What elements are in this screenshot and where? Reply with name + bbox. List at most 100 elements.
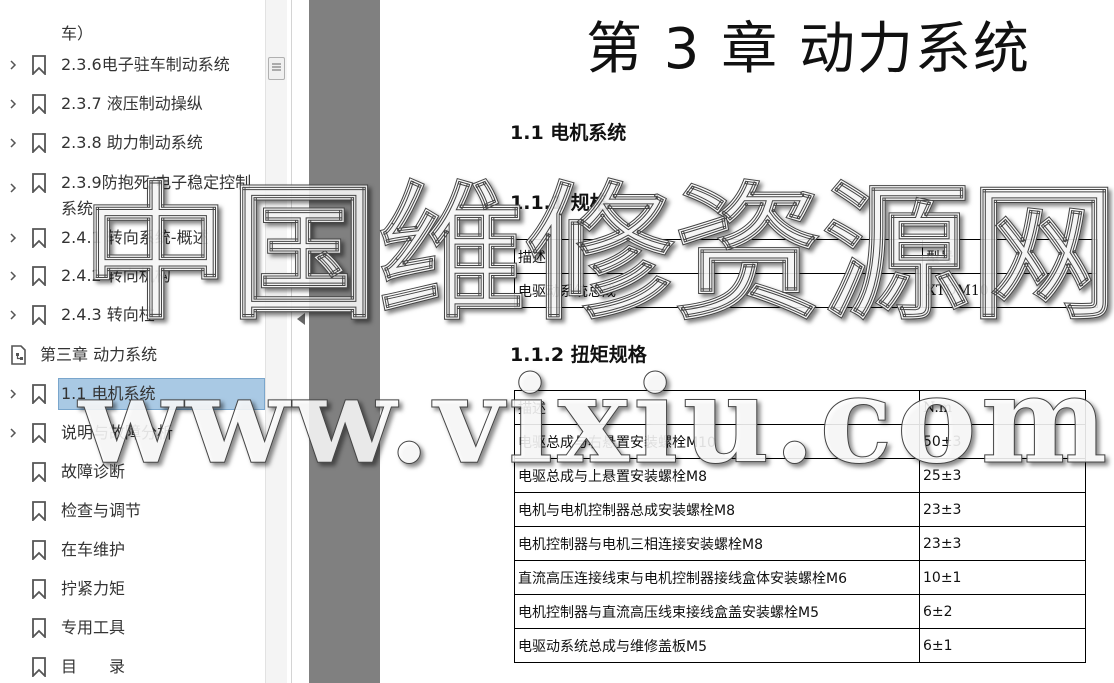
table-cell: 电驱总成与右悬置安装螺栓M10 [514, 424, 920, 459]
table-row: 电驱总成与上悬置安装螺栓M8 25±3 [514, 458, 1086, 493]
table-row: 电驱动系统总成 XTDM10 [514, 273, 1098, 308]
bookmark-label: 2.3.8 助力制动系统 [61, 133, 203, 152]
table-cell: 电驱总成与上悬置安装螺栓M8 [514, 458, 920, 493]
bookmark-item-contents[interactable]: 目 录 [0, 650, 270, 683]
table-header-cell: 描述 [514, 239, 923, 274]
section-heading-1-1-1: 1.1.1 规格 [510, 192, 609, 214]
torque-table: 描述 N.m 电驱总成与右悬置安装螺栓M10 50±3 电驱总成与上悬置安装螺栓… [514, 390, 1086, 663]
table-cell: 6±1 [919, 628, 1086, 663]
bookmark-item-inspection[interactable]: 检查与调节 [0, 494, 270, 528]
chevron-right-icon[interactable] [8, 183, 18, 193]
table-cell: 10±1 [919, 560, 1086, 595]
bookmark-label: 在车维护 [61, 540, 126, 559]
chevron-right-icon[interactable] [8, 389, 18, 399]
bookmark-item-2-4-2[interactable]: 2.4.2 转向机构 [0, 259, 270, 293]
scrollbar-thumb[interactable] [268, 57, 285, 80]
bookmark-item-torque[interactable]: 拧紧力矩 [0, 572, 270, 606]
bookmark-label: 2.4.2 转向机构 [61, 266, 171, 285]
chevron-right-icon[interactable] [8, 99, 18, 109]
table-cell: 6±2 [919, 594, 1086, 629]
bookmark-icon [31, 423, 47, 443]
section-heading-1-1: 1.1 电机系统 [510, 122, 627, 144]
table-cell: 23±3 [919, 492, 1086, 527]
bookmark-label: 2.4.1 转向系统-概述 [61, 228, 209, 247]
bookmark-icon [31, 618, 47, 638]
table-header-row: 描述 型号 [514, 239, 1098, 274]
table-cell: 25±3 [919, 458, 1086, 493]
bookmark-item-2-3-8[interactable]: 2.3.8 助力制动系统 [0, 126, 270, 160]
bookmark-item-partial[interactable]: 车） [0, 17, 270, 51]
table-row: 电机控制器与电机三相连接安装螺栓M8 23±3 [514, 526, 1086, 561]
page-gutter [309, 0, 380, 683]
bookmark-icon [31, 305, 47, 325]
bookmark-label: 专用工具 [61, 618, 126, 637]
bookmark-icon [31, 540, 47, 560]
table-cell: 电驱动系统总成 [514, 273, 923, 308]
chevron-right-icon[interactable] [8, 428, 18, 438]
bookmark-item-2-4-1[interactable]: 2.4.1 转向系统-概述 [0, 221, 270, 255]
bookmark-icon [31, 501, 47, 521]
bookmark-label: 车） [61, 24, 94, 43]
chapter-title: 第 3 章 动力系统 [586, 17, 1032, 82]
bookmark-label: 第三章 动力系统 [40, 345, 158, 364]
bookmarks-panel: 车） 2.3.6电子驻车制动系统 2.3.7 液压制动操纵 2.3.8 助力制动… [0, 0, 292, 683]
bookmark-icon [31, 133, 47, 153]
chevron-right-icon[interactable] [8, 310, 18, 320]
table-cell: 电机控制器与直流高压线束接线盒盖安装螺栓M5 [514, 594, 920, 629]
bookmark-item-2-3-9[interactable]: 2.3.9防抱死/电子稳定控制系统 [0, 166, 270, 222]
table-cell: XTDM10 [922, 273, 1098, 308]
collapse-panel-icon[interactable] [296, 311, 306, 325]
bookmark-label: 2.3.9防抱死/电子稳定控制系统 [61, 173, 252, 218]
chevron-right-icon[interactable] [8, 60, 18, 70]
document-page: 第 3 章 动力系统 1.1 电机系统 1.1.1 规格 描述 型号 电驱动系统… [381, 0, 1114, 683]
bookmark-icon [31, 228, 47, 248]
bookmark-item-description[interactable]: 说明与故障分析 [0, 416, 270, 450]
bookmark-label: 拧紧力矩 [61, 579, 126, 598]
bookmark-item-maintenance[interactable]: 在车维护 [0, 533, 270, 567]
section-heading-1-1-2: 1.1.2 扭矩规格 [510, 344, 647, 366]
bookmark-item-chapter-3[interactable]: 第三章 动力系统 [0, 338, 270, 372]
bookmark-item-1-1-selected[interactable]: 1.1 电机系统 [0, 377, 270, 411]
bookmark-item-2-3-7[interactable]: 2.3.7 液压制动操纵 [0, 87, 270, 121]
table-header-cell: N.m [919, 390, 1086, 425]
document-tree-icon [10, 345, 26, 365]
table-row: 电驱动系统总成与维修盖板M5 6±1 [514, 628, 1086, 663]
bookmark-label: 说明与故障分析 [61, 423, 174, 442]
table-row: 电机控制器与直流高压线束接线盒盖安装螺栓M5 6±2 [514, 594, 1086, 629]
spec-table: 描述 型号 电驱动系统总成 XTDM10 [514, 239, 1098, 308]
bookmark-icon [31, 657, 47, 677]
table-row: 电机与电机控制器总成安装螺栓M8 23±3 [514, 492, 1086, 527]
bookmark-item-tools[interactable]: 专用工具 [0, 611, 270, 645]
bookmark-item-diagnosis[interactable]: 故障诊断 [0, 455, 270, 489]
bookmark-label: 1.1 电机系统 [61, 384, 156, 403]
bookmark-icon [31, 266, 47, 286]
table-cell: 电机控制器与电机三相连接安装螺栓M8 [514, 526, 920, 561]
table-header-row: 描述 N.m [514, 390, 1086, 425]
chevron-right-icon[interactable] [8, 271, 18, 281]
bookmark-partial-top [30, 0, 260, 4]
table-header-cell: 型号 [922, 239, 1098, 274]
chevron-right-icon[interactable] [8, 138, 18, 148]
table-row: 电驱总成与右悬置安装螺栓M10 50±3 [514, 424, 1086, 459]
bookmark-item-2-4-3[interactable]: 2.4.3 转向柱 [0, 298, 270, 332]
grip-icon [272, 63, 281, 71]
bookmark-icon [31, 579, 47, 599]
chevron-right-icon[interactable] [8, 233, 18, 243]
table-header-cell: 描述 [514, 390, 920, 425]
bookmark-icon [31, 384, 47, 404]
bookmark-label: 目 录 [61, 657, 126, 676]
table-cell: 23±3 [919, 526, 1086, 561]
table-cell: 直流高压连接线束与电机控制器接线盒体安装螺栓M6 [514, 560, 920, 595]
bookmark-icon [31, 55, 47, 75]
sidebar-scrollbar[interactable] [265, 0, 287, 683]
bookmark-icon [31, 462, 47, 482]
table-cell: 电机与电机控制器总成安装螺栓M8 [514, 492, 920, 527]
bookmark-label: 检查与调节 [61, 501, 142, 520]
table-cell: 电驱动系统总成与维修盖板M5 [514, 628, 920, 663]
bookmark-label: 2.3.7 液压制动操纵 [61, 94, 203, 113]
table-row: 直流高压连接线束与电机控制器接线盒体安装螺栓M6 10±1 [514, 560, 1086, 595]
bookmark-item-2-3-6[interactable]: 2.3.6电子驻车制动系统 [0, 48, 270, 82]
table-cell: 50±3 [919, 424, 1086, 459]
bookmark-label: 故障诊断 [61, 462, 126, 481]
bookmark-label: 2.3.6电子驻车制动系统 [61, 55, 230, 74]
